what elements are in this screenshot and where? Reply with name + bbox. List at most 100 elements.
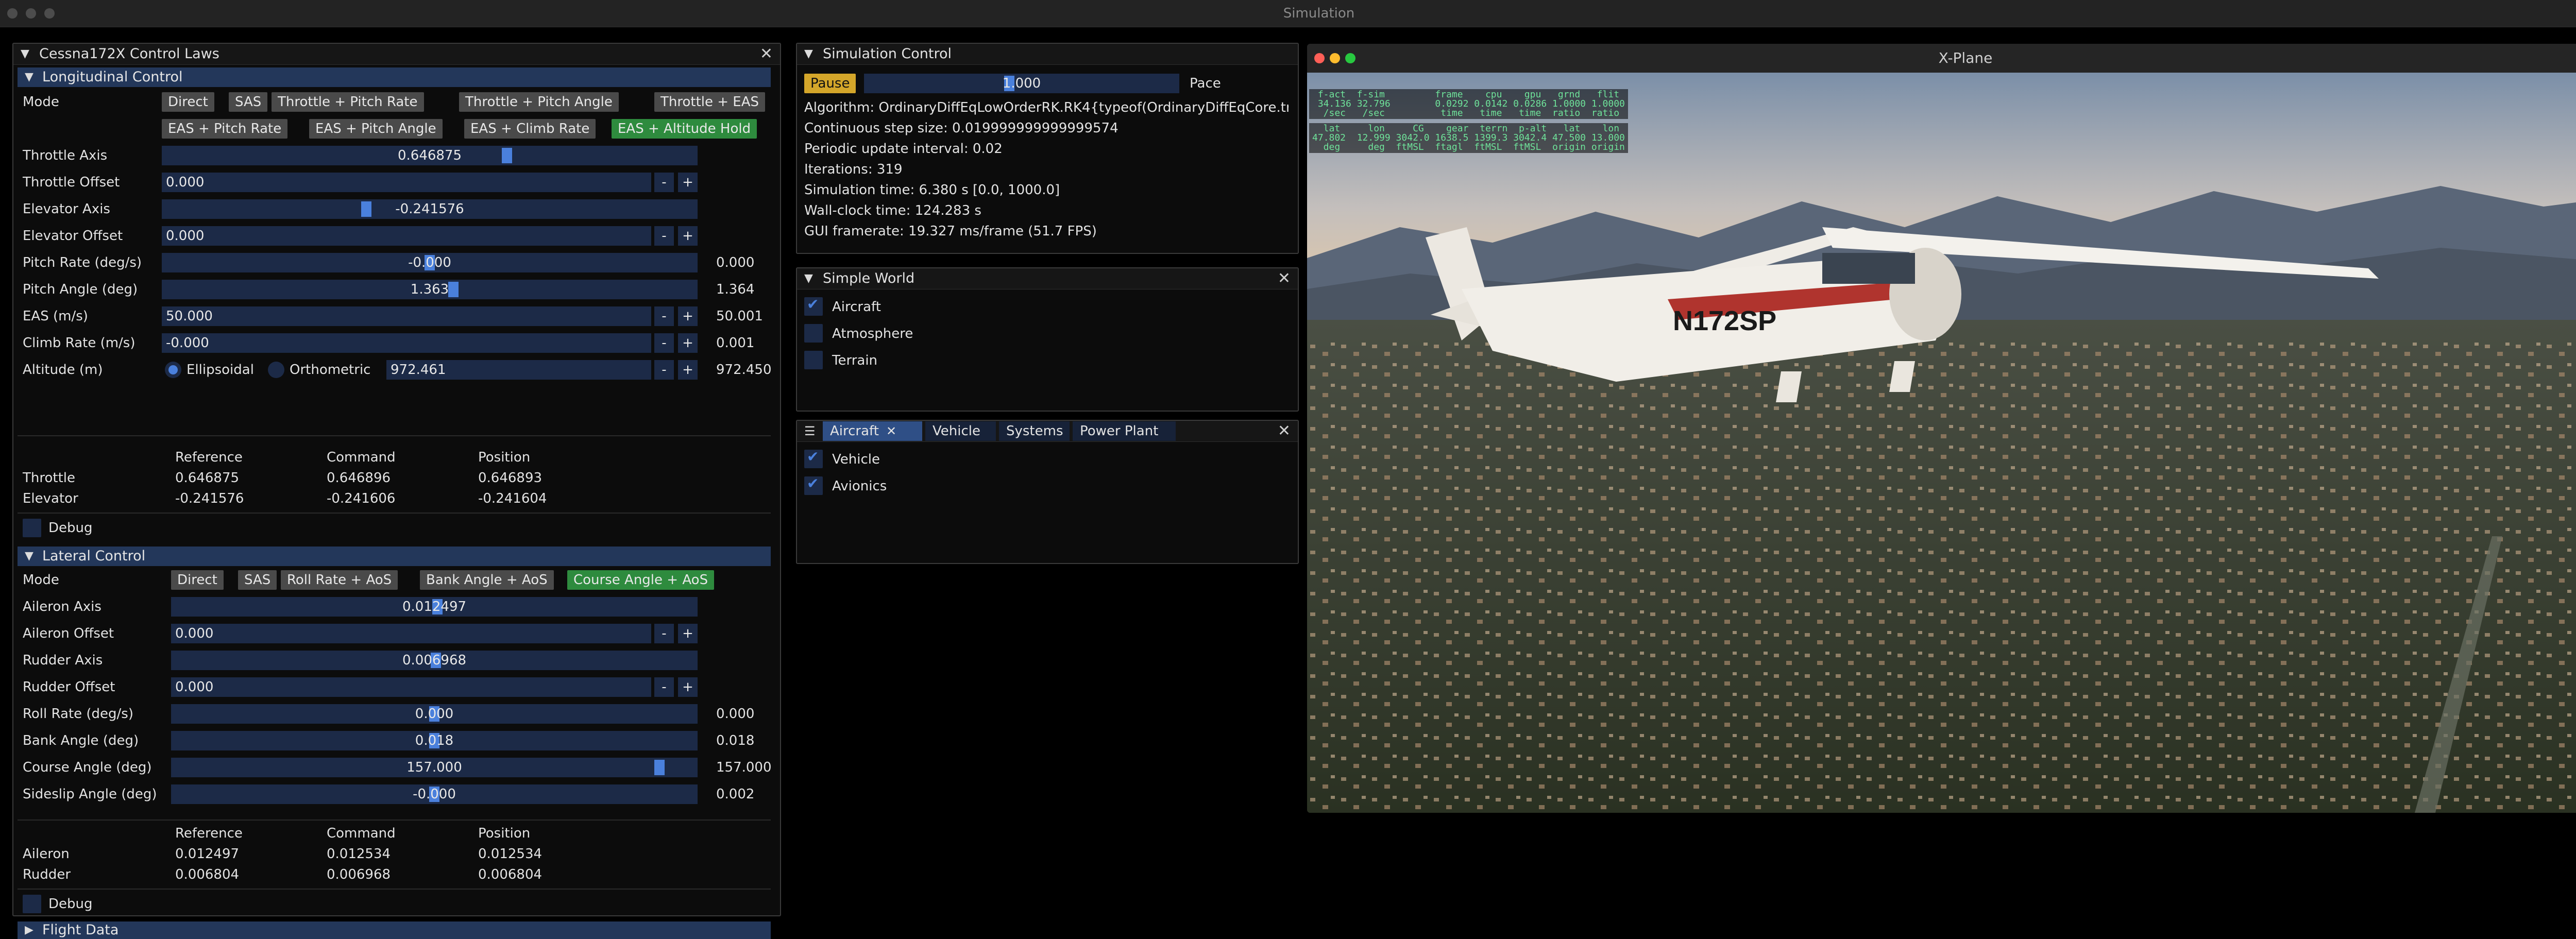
flight-data-label: Flight Data: [42, 922, 119, 938]
pace-value: 1.000: [1002, 76, 1041, 91]
tab-vehicle[interactable]: Vehicle: [925, 421, 996, 441]
collapse-arrow-icon[interactable]: ▼: [25, 547, 33, 566]
decrement-button[interactable]: -: [654, 360, 674, 380]
simple-world-panel: ▼ Simple World ✕ Aircraft Atmosphere Terra…: [796, 267, 1299, 412]
decrement-button[interactable]: -: [654, 333, 674, 353]
lateral-mode-bank-angle-aos-button[interactable]: Bank Angle + AoS: [420, 570, 554, 590]
close-icon[interactable]: ✕: [1278, 421, 1291, 441]
longitudinal-table-header: Position: [478, 450, 531, 465]
longitudinal-pitch-rate-deg-s-slider[interactable]: -0.000: [162, 253, 698, 272]
lateral-mode-direct-button[interactable]: Direct: [171, 570, 224, 590]
decrement-button[interactable]: -: [654, 677, 674, 697]
tab-power-plant[interactable]: Power Plant: [1073, 421, 1176, 441]
lateral-aileron-offset-input[interactable]: 0.000: [171, 624, 651, 643]
longitudinal-mode-throttle-eas-button[interactable]: Throttle + EAS: [654, 92, 766, 112]
increment-button[interactable]: +: [678, 624, 698, 643]
lateral-mode-course-angle-aos-button[interactable]: Course Angle + AoS: [567, 570, 715, 590]
increment-button[interactable]: +: [678, 333, 698, 353]
input-value: 0.000: [166, 228, 205, 244]
lateral-course-angle-deg-slider[interactable]: 157.000: [171, 758, 698, 777]
longitudinal-throttle-offset-input[interactable]: 0.000: [162, 173, 651, 192]
lateral-debug-checkbox[interactable]: [23, 895, 41, 913]
close-tab-icon[interactable]: ✕: [886, 424, 896, 438]
lateral-table-header: Reference: [175, 826, 243, 841]
collapse-arrow-icon[interactable]: ▼: [804, 268, 813, 289]
decrement-button[interactable]: -: [654, 306, 674, 326]
menu-icon[interactable]: ☰: [804, 421, 816, 441]
expand-arrow-icon[interactable]: ▶: [25, 921, 33, 939]
decrement-button[interactable]: -: [654, 173, 674, 192]
orthometric-label: Orthometric: [290, 362, 371, 378]
lateral-sideslip-angle-deg-slider[interactable]: -0.000: [171, 784, 698, 804]
lateral-table-cell: 0.012534: [327, 846, 391, 862]
altitude-input[interactable]: 972.461: [386, 360, 651, 380]
longitudinal-debug-label: Debug: [48, 520, 93, 536]
longitudinal-mode-sas-button[interactable]: SAS: [229, 92, 268, 112]
world-item-atmosphere[interactable]: Atmosphere: [804, 324, 1268, 345]
lateral-rudder-offset-input[interactable]: 0.000: [171, 677, 651, 697]
slider-value: 1.363: [410, 282, 449, 297]
longitudinal-mode-throttle-pitch-rate-button[interactable]: Throttle + Pitch Rate: [272, 92, 424, 112]
longitudinal-mode-eas-climb-rate-button[interactable]: EAS + Climb Rate: [464, 119, 596, 139]
simulation-control-panel: ▼ Simulation Control Pause 1.000 Pace Al…: [796, 43, 1299, 254]
separator: [18, 435, 771, 436]
increment-button[interactable]: +: [678, 677, 698, 697]
longitudinal-debug-checkbox[interactable]: [23, 519, 41, 537]
lateral-mode-sas-button[interactable]: SAS: [238, 570, 277, 590]
tab-systems[interactable]: Systems: [999, 421, 1070, 441]
lateral-mode-roll-rate-aos-button[interactable]: Roll Rate + AoS: [281, 570, 398, 590]
world-item-aircraft[interactable]: Aircraft: [804, 296, 1268, 318]
orthometric-radio[interactable]: [268, 362, 284, 378]
increment-button[interactable]: +: [678, 226, 698, 246]
lateral-bank-angle-deg-slider[interactable]: 0.018: [171, 731, 698, 750]
pace-label: Pace: [1190, 76, 1221, 91]
xplane-viewport[interactable]: N172SP f-act f-sim frame cpu gpu grnd fl…: [1307, 73, 2576, 813]
lateral-aileron-axis-slider[interactable]: 0.012497: [171, 597, 698, 617]
longitudinal-elevator-offset-input[interactable]: 0.000: [162, 226, 651, 246]
longitudinal-header[interactable]: ▼ Longitudinal Control: [18, 67, 771, 87]
lateral-rudder-axis-slider[interactable]: 0.006968: [171, 651, 698, 670]
longitudinal-mode-direct-button[interactable]: Direct: [162, 92, 214, 112]
lateral-course-angle-deg-readout: 157.000: [716, 760, 772, 775]
longitudinal-mode-eas-pitch-angle-button[interactable]: EAS + Pitch Angle: [309, 119, 443, 139]
avionics-label: Avionics: [832, 479, 887, 494]
close-icon[interactable]: ✕: [1278, 268, 1291, 289]
longitudinal-climb-rate-m-s-input[interactable]: -0.000: [162, 333, 651, 353]
longitudinal-eas-m-s-input[interactable]: 50.000: [162, 306, 651, 326]
avionics-checkbox[interactable]: [804, 475, 823, 495]
longitudinal-mode-eas-altitude-hold-button[interactable]: EAS + Altitude Hold: [612, 119, 757, 139]
tab-aircraft[interactable]: Aircraft ✕: [823, 421, 922, 441]
increment-button[interactable]: +: [678, 306, 698, 326]
longitudinal-mode-throttle-pitch-angle-button[interactable]: Throttle + Pitch Angle: [459, 92, 619, 112]
world-item-terrain[interactable]: Terrain: [804, 351, 1268, 371]
flight-data-header[interactable]: ▶ Flight Data: [18, 921, 771, 939]
atmosphere-checkbox[interactable]: [804, 324, 823, 343]
simple-world-titlebar[interactable]: ▼ Simple World ✕: [797, 268, 1298, 289]
increment-button[interactable]: +: [678, 173, 698, 192]
collapse-arrow-icon[interactable]: ▼: [25, 67, 33, 87]
simulation-control-titlebar[interactable]: ▼ Simulation Control: [797, 44, 1298, 65]
aircraft-item-vehicle[interactable]: Vehicle: [804, 448, 1268, 470]
decrement-button[interactable]: -: [654, 624, 674, 643]
xplane-titlebar[interactable]: X-Plane: [1307, 44, 2576, 73]
lateral-rudder-axis-label: Rudder Axis: [23, 653, 103, 668]
pace-slider[interactable]: 1.000: [864, 74, 1179, 93]
longitudinal-elevator-offset-label: Elevator Offset: [23, 228, 123, 244]
longitudinal-mode-eas-pitch-rate-button[interactable]: EAS + Pitch Rate: [162, 119, 288, 139]
ellipsoidal-radio[interactable]: [165, 362, 181, 378]
input-value: 50.000: [166, 309, 213, 324]
vehicle-checkbox[interactable]: [804, 448, 823, 468]
aircraft-item-avionics[interactable]: Avionics: [804, 475, 1268, 497]
lateral-roll-rate-deg-s-slider[interactable]: 0.000: [171, 704, 698, 724]
pause-button[interactable]: Pause: [804, 74, 856, 93]
terrain-checkbox[interactable]: [804, 351, 823, 369]
collapse-arrow-icon[interactable]: ▼: [804, 44, 813, 64]
longitudinal-table-cell: 0.646896: [327, 470, 391, 486]
aircraft-checkbox[interactable]: [804, 296, 823, 316]
longitudinal-throttle-axis-slider[interactable]: 0.646875: [162, 146, 698, 165]
lateral-header[interactable]: ▼ Lateral Control: [18, 547, 771, 566]
longitudinal-elevator-axis-slider[interactable]: -0.241576: [162, 199, 698, 219]
longitudinal-pitch-angle-deg-slider[interactable]: 1.363: [162, 280, 698, 299]
decrement-button[interactable]: -: [654, 226, 674, 246]
increment-button[interactable]: +: [678, 360, 698, 380]
